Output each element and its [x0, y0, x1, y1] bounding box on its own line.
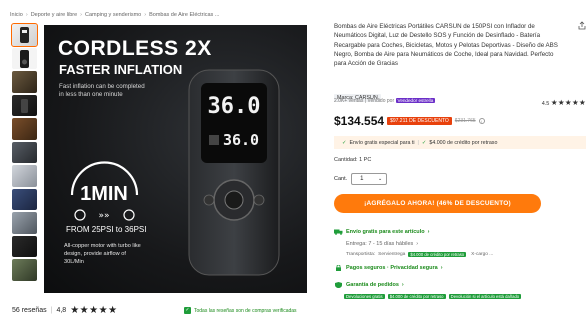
promo-credit: $4.000 de crédito por retraso [429, 139, 498, 146]
breadcrumb-sep: › [144, 12, 147, 18]
thumbnail-strip [11, 23, 38, 283]
sales-seller-row: 2.0K+ ventas | Vendido por Vendedor estr… [334, 98, 586, 107]
thumbnail[interactable] [12, 259, 37, 281]
hero-tagline: Fast inflation can be completed in less … [59, 83, 145, 99]
product-title: Bombas de Aire Eléctricas Portátiles CAR… [334, 23, 558, 68]
breadcrumb-sep: › [25, 12, 28, 18]
chevron-right-icon: › [427, 229, 430, 235]
quantity-row: Cant. 1 ⌄ [334, 173, 388, 185]
safe-payment-text: Pagos seguros · Privacidad segura [346, 265, 438, 271]
divider: | [50, 307, 53, 314]
thumbnail[interactable] [12, 47, 37, 69]
star-rating-icon: ★★★★★ [550, 98, 586, 107]
hero-from-text: FROM 25PSI to 36PSI [66, 225, 147, 234]
breadcrumb-item[interactable]: Deporte y aire libre [31, 12, 77, 18]
price-row: $134.554 $97.211 DE DESCUENTO $231.765 i [334, 114, 485, 128]
breadcrumb-sep: › [80, 12, 82, 18]
carrier-value: Servientrega [378, 252, 406, 257]
verified-reviews-note: ✓ Todas las reseñas son de compras verif… [184, 307, 297, 314]
check-icon: ✓ [421, 139, 427, 146]
product-main-image[interactable]: CORDLESS 2X FASTER INFLATION Fast inflat… [44, 25, 307, 293]
carrier-more[interactable]: X-cargo ... [471, 252, 493, 257]
divider: | [417, 139, 419, 146]
carrier-line: Transportista: Servientrega $4.000 de cr… [346, 252, 493, 257]
original-price: $231.765 [454, 118, 476, 124]
rating-value: 4.5 [541, 101, 550, 107]
tire-inflator-device: 36.0 36.0 [188, 69, 280, 276]
timer-value: 1MIN [80, 183, 128, 205]
chevron-right-icon: › [440, 265, 443, 271]
promo-free-shipping: Envío gratis especial para ti [349, 139, 415, 146]
safe-payment-line[interactable]: Pagos seguros · Privacidad segura › [334, 265, 443, 271]
info-icon[interactable]: i [478, 118, 485, 124]
thumbnail[interactable] [12, 94, 37, 116]
order-guarantee-line[interactable]: Garantía de pedidos › [334, 282, 404, 288]
credit-chip: $4.000 de crédito por retraso [408, 252, 467, 257]
shipping-promo-bar: ✓ Envío gratis especial para ti | ✓ $4.0… [334, 136, 586, 149]
delivery-text: Entrega: 7 - 15 días hábiles [346, 241, 414, 247]
timer-graphic: 1MIN »» [70, 161, 139, 221]
thumbnail[interactable] [12, 235, 37, 257]
quantity-select[interactable]: 1 ⌄ [351, 173, 388, 185]
shield-icon [335, 282, 342, 288]
display-top-reading: 36.0 [208, 94, 261, 119]
guarantee-chip: Devolución si el artículo está dañado [448, 294, 522, 299]
discount-badge: $97.211 DE DESCUENTO [387, 117, 452, 125]
review-count[interactable]: 56 reseñas [12, 307, 47, 314]
svg-text:»»: »» [98, 211, 109, 221]
chevron-right-icon: › [416, 241, 419, 247]
hero-subheadline: FASTER INFLATION [59, 62, 183, 77]
breadcrumb-item[interactable]: Camping y senderismo [85, 12, 141, 18]
thumbnail[interactable] [12, 165, 37, 187]
cant-label: Cant. [334, 176, 348, 182]
verified-text: Todas las reseñas son de compras verific… [194, 307, 297, 314]
truck-icon [334, 229, 343, 235]
thumbnail[interactable] [12, 141, 37, 163]
thumbnail[interactable] [12, 212, 37, 234]
guarantee-chip: Devoluciones gratis [344, 294, 385, 299]
star-rating-icon: ★★★★★ [70, 305, 118, 316]
share-icon[interactable] [578, 21, 586, 30]
product-info: Bombas de Aire Eléctricas Portátiles CAR… [334, 22, 584, 68]
add-to-cart-button[interactable]: ¡AGRÉGALO AHORA! (46% DE DESCUENTO) [334, 194, 541, 213]
delivery-line: Entrega: 7 - 15 días hábiles › [346, 241, 418, 247]
hero-headline: CORDLESS 2X [58, 37, 212, 60]
hero-description: All-copper motor with turbo like design,… [64, 243, 141, 265]
quantity-value: 1 [360, 176, 364, 182]
star-seller-badge[interactable]: Vendedor estrella [395, 98, 436, 103]
order-guarantee-text: Garantía de pedidos [346, 282, 399, 288]
carrier-label: Transportista: [346, 252, 376, 257]
breadcrumb-item[interactable]: Inicio [10, 12, 23, 18]
free-shipping-text: Envío gratis para este artículo [346, 229, 425, 235]
sold-by-label: Vendido por [367, 98, 395, 104]
chevron-right-icon: › [401, 282, 404, 288]
product-rating[interactable]: 4.5 ★★★★★ [542, 98, 586, 107]
thumbnail[interactable] [12, 71, 37, 93]
lock-icon [336, 265, 341, 271]
reviews-summary[interactable]: 56 reseñas | 4,8 ★★★★★ [12, 305, 118, 316]
thumbnail[interactable] [12, 188, 37, 210]
guarantee-chips: Devoluciones gratis $4.000 de crédito po… [344, 294, 586, 299]
thumbnail[interactable] [12, 118, 37, 140]
check-icon: ✓ [342, 139, 347, 146]
free-shipping-line[interactable]: Envío gratis para este artículo › [334, 229, 429, 235]
thumbnail[interactable] [11, 23, 38, 47]
display-bottom-reading: 36.0 [223, 131, 259, 149]
chevron-down-icon: ⌄ [377, 176, 383, 182]
breadcrumb-item[interactable]: Bombas de Aire Eléctricas ... [149, 12, 219, 18]
quantity-label: Cantidad: 1 PC [334, 157, 372, 163]
sales-count: 2.0K+ ventas [334, 98, 364, 104]
breadcrumb: Inicio › Deporte y aire libre › Camping y se… [10, 12, 219, 18]
current-price: $134.554 [334, 114, 385, 128]
review-rating: 4,8 [56, 307, 67, 314]
guarantee-chip: $4.000 de crédito por retraso [387, 294, 446, 299]
check-icon: ✓ [184, 307, 191, 314]
